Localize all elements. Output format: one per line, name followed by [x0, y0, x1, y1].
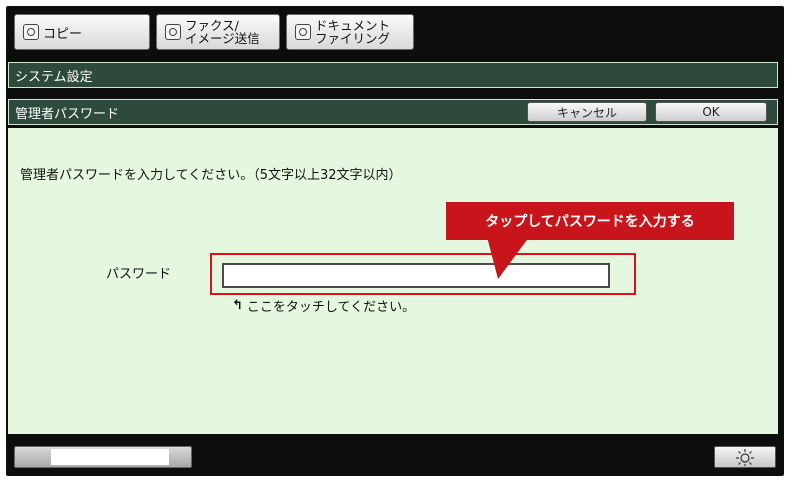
copy-icon	[23, 24, 39, 40]
status-indicator[interactable]	[14, 446, 192, 468]
tab-copy-text: コピー	[43, 26, 83, 42]
tab-doc-line2: ファイリング	[315, 31, 391, 46]
callout-text: タップしてパスワードを入力する	[485, 214, 695, 230]
touch-hint: ↰ ここをタッチしてください。	[232, 296, 415, 315]
document-filing-icon	[295, 24, 311, 40]
admin-password-header: 管理者パスワード キャンセル OK	[8, 99, 778, 125]
instruction-text: 管理者パスワードを入力してください。（5文字以上32文字以内）	[20, 168, 402, 183]
brightness-button[interactable]	[714, 446, 776, 468]
tab-fax-image-send[interactable]: ファクス/ イメージ送信	[156, 14, 280, 50]
ok-button-label: OK	[702, 105, 720, 119]
callout-tail	[486, 233, 532, 279]
admin-password-title: 管理者パスワード	[15, 106, 120, 122]
tab-fax-line2: イメージ送信	[185, 31, 260, 46]
system-settings-bar: システム設定	[8, 62, 778, 88]
cancel-button[interactable]: キャンセル	[527, 102, 647, 122]
status-indicator-fill	[51, 449, 169, 465]
return-arrow-icon: ↰	[232, 298, 243, 313]
brightness-icon	[736, 449, 754, 466]
password-label: パスワード	[106, 267, 172, 282]
tab-copy-main[interactable]: コピー	[14, 14, 150, 50]
system-settings-title: システム設定	[15, 69, 93, 85]
ok-button[interactable]: OK	[655, 102, 767, 122]
touch-hint-text: ここをタッチしてください。	[246, 300, 416, 315]
password-input[interactable]	[222, 263, 610, 288]
main-panel: 管理者パスワードを入力してください。（5文字以上32文字以内） パスワード ↰ …	[8, 128, 778, 434]
fax-icon	[165, 24, 181, 40]
instruction-callout: タップしてパスワードを入力する	[446, 202, 734, 240]
cancel-button-label: キャンセル	[556, 105, 617, 120]
tab-document-filing[interactable]: ドキュメント ファイリング	[286, 14, 414, 50]
